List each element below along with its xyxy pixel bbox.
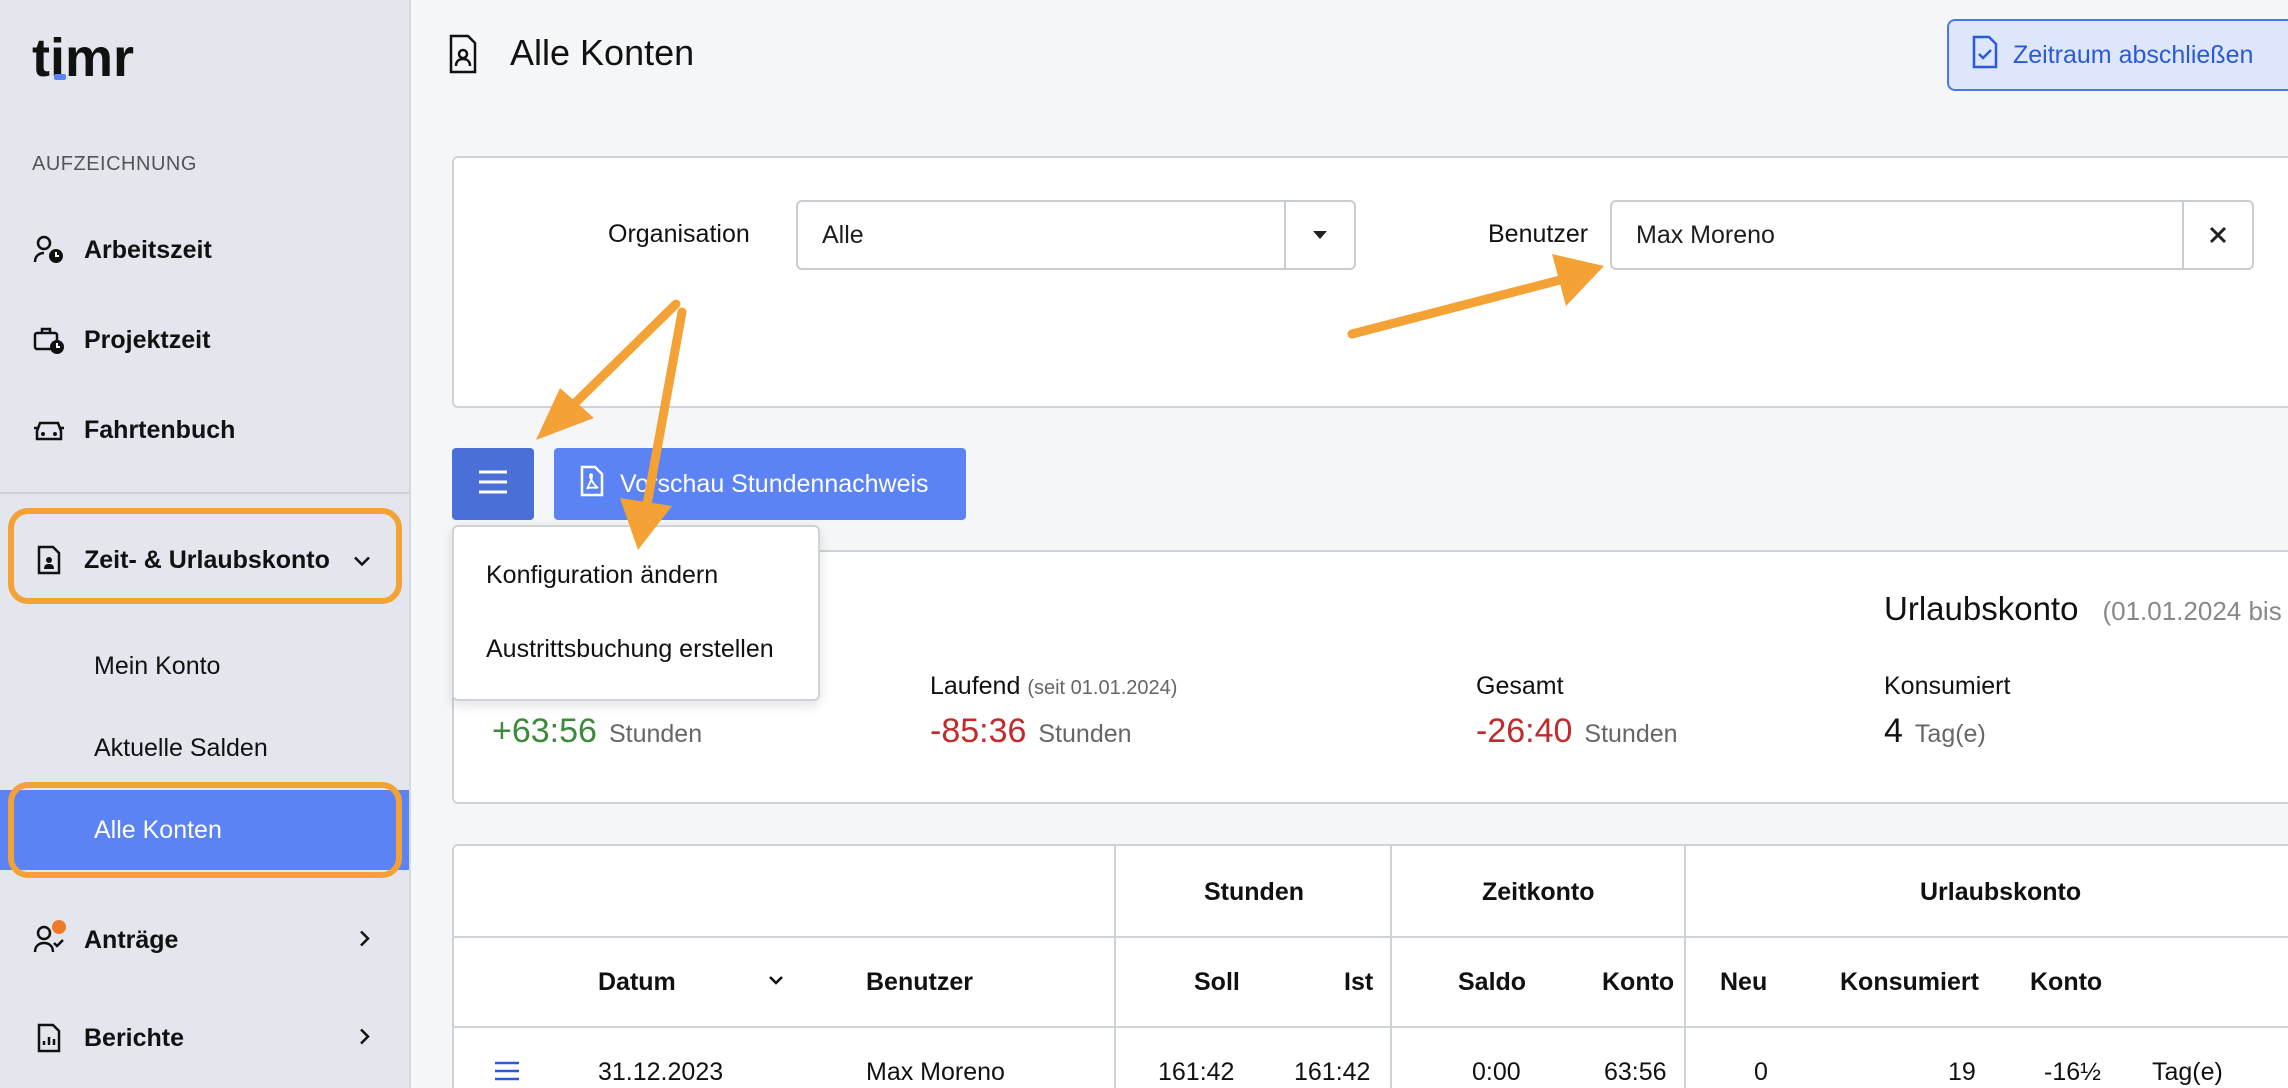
sidebar-item-label: Anträge: [84, 925, 179, 954]
clear-icon[interactable]: [2182, 202, 2252, 268]
sidebar: timr AUFZEICHNUNG Arbeitszeit Projektzei…: [0, 0, 411, 1088]
sidebar-item-berichte[interactable]: Berichte: [0, 998, 409, 1078]
close-period-label: Zeitraum abschließen: [2013, 40, 2254, 69]
menu-item-create-exit-booking[interactable]: Austrittsbuchung erstellen: [486, 635, 774, 664]
cell-urlaub-konto: -16½: [2044, 1058, 2101, 1086]
sidebar-subitem-mein-konto[interactable]: Mein Konto: [0, 626, 409, 706]
timr-logo[interactable]: timr: [32, 28, 162, 91]
user-select[interactable]: Max Moreno: [1610, 200, 2254, 270]
sidebar-divider: [0, 492, 409, 494]
group-header-zeitkonto: Zeitkonto: [1482, 878, 1595, 906]
pdf-icon: [580, 465, 604, 504]
row-menu-icon[interactable]: [494, 1060, 520, 1087]
sidebar-item-label: Berichte: [84, 1023, 185, 1052]
column-header-saldo: Saldo: [1458, 968, 1527, 996]
user-value: Max Moreno: [1636, 220, 1775, 249]
preview-timesheet-button[interactable]: Vorschau Stundennachweis: [554, 448, 966, 520]
highlight-box-zeit-urlaubskonto: [8, 508, 402, 604]
consumed-value: 4 Tag(e): [1884, 712, 1986, 750]
filter-panel: Organisation Alle Benutzer Max Moreno: [452, 156, 2288, 408]
column-header-ist: Ist: [1344, 968, 1374, 996]
running-label: Laufend (seit 01.01.2024): [930, 672, 1178, 700]
column-header-konsumiert: Konsumiert: [1840, 968, 1979, 996]
column-header-datum[interactable]: Datum: [598, 968, 676, 997]
car-icon: [32, 413, 66, 447]
cell-benutzer: Max Moreno: [866, 1058, 1005, 1086]
cell-konsumiert: 19: [1948, 1058, 1976, 1086]
highlight-box-alle-konten: [8, 782, 402, 878]
chevron-right-icon: [359, 1024, 371, 1053]
sidebar-subitem-aktuelle-salden[interactable]: Aktuelle Salden: [0, 708, 409, 788]
svg-text:timr: timr: [32, 30, 134, 86]
cell-unit: Tag(e): [2152, 1058, 2223, 1086]
column-divider: [1684, 846, 1686, 1088]
sidebar-item-antraege[interactable]: Anträge: [0, 900, 409, 980]
close-period-button[interactable]: Zeitraum abschließen: [1947, 19, 2288, 91]
sidebar-item-projektzeit[interactable]: Projektzeit: [0, 300, 409, 380]
cell-saldo: 0:00: [1472, 1058, 1521, 1086]
total-label: Gesamt: [1476, 672, 1564, 700]
column-divider: [1390, 846, 1392, 1088]
organisation-label: Organisation: [608, 220, 750, 248]
accounts-table: Stunden Zeitkonto Urlaubskonto Datum Ben…: [452, 844, 2288, 1088]
cell-neu: 0: [1754, 1058, 1768, 1086]
sidebar-item-label: Arbeitszeit: [84, 235, 212, 264]
column-header-benutzer: Benutzer: [866, 968, 973, 996]
organisation-select[interactable]: Alle: [796, 200, 1356, 270]
page-title: Alle Konten: [510, 32, 695, 73]
cell-konto: 63:56: [1604, 1058, 1667, 1086]
chevron-right-icon: [359, 926, 371, 955]
user-clock-icon: [32, 233, 66, 267]
row-divider: [454, 936, 2288, 938]
cell-soll: 161:42: [1158, 1058, 1235, 1086]
notification-dot: [52, 920, 66, 934]
sidebar-item-arbeitszeit[interactable]: Arbeitszeit: [0, 210, 409, 290]
caret-down-icon[interactable]: [1284, 202, 1354, 268]
briefcase-clock-icon: [32, 323, 66, 357]
section-label: AUFZEICHNUNG: [32, 153, 197, 175]
group-header-stunden: Stunden: [1204, 878, 1304, 906]
cell-ist: 161:42: [1294, 1058, 1371, 1086]
group-header-urlaubskonto: Urlaubskonto: [1920, 878, 2082, 906]
vacation-account-title: Urlaubskonto (01.01.2024 bis: [1884, 590, 2282, 627]
column-header-urlaub-konto: Konto: [2030, 968, 2103, 996]
sidebar-item-label: Fahrtenbuch: [84, 415, 236, 444]
actions-menu-button[interactable]: [452, 448, 534, 520]
consumed-label: Konsumiert: [1884, 672, 2011, 700]
sort-chevron-icon[interactable]: [768, 974, 784, 992]
hamburger-icon: [477, 469, 509, 500]
report-icon: [32, 1021, 66, 1055]
actions-dropdown-menu: Konfiguration ändern Austrittsbuchung er…: [452, 525, 820, 701]
document-check-icon: [1971, 35, 1999, 76]
column-header-soll: Soll: [1194, 968, 1240, 996]
sidebar-item-fahrtenbuch[interactable]: Fahrtenbuch: [0, 390, 409, 470]
organisation-value: Alle: [822, 220, 864, 249]
column-divider: [1114, 846, 1116, 1088]
total-balance: -26:40 Stunden: [1476, 712, 1678, 750]
user-label: Benutzer: [1488, 220, 1589, 248]
account-badge-icon: [448, 34, 478, 79]
running-balance: -85:36 Stunden: [930, 712, 1132, 750]
start-balance: +63:56 Stunden: [492, 712, 703, 750]
preview-timesheet-label: Vorschau Stundennachweis: [620, 469, 929, 498]
column-header-neu: Neu: [1720, 968, 1768, 996]
sidebar-item-label: Projektzeit: [84, 325, 211, 354]
column-header-konto: Konto: [1602, 968, 1675, 996]
cell-datum: 31.12.2023: [598, 1058, 724, 1086]
menu-item-change-configuration[interactable]: Konfiguration ändern: [486, 561, 718, 590]
row-divider: [454, 1026, 2288, 1028]
